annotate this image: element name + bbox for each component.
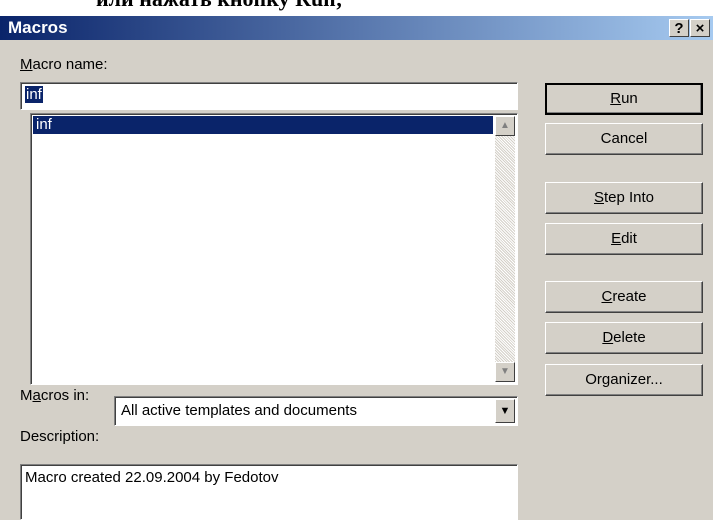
macro-name-label: Macro name: bbox=[20, 56, 108, 73]
description-box: Macro created 22.09.2004 by Fedotov bbox=[20, 464, 518, 520]
up-arrow-icon[interactable]: ▲ bbox=[495, 116, 515, 136]
macros-dialog: Macros ? × Macro name: inf inf ▲ ▼ Macro… bbox=[0, 16, 713, 520]
macros-in-dropdown[interactable]: All active templates and documents ▼ bbox=[114, 396, 518, 426]
macros-in-label: Macros in: bbox=[20, 387, 90, 404]
macros-in-value: All active templates and documents bbox=[121, 402, 357, 419]
create-button[interactable]: Create bbox=[545, 281, 703, 313]
title-bar: Macros ? × bbox=[0, 16, 713, 40]
step-into-button[interactable]: Step Into bbox=[545, 182, 703, 214]
macro-name-value: inf bbox=[25, 86, 43, 103]
chevron-down-icon[interactable]: ▼ bbox=[495, 399, 515, 423]
list-item[interactable]: inf bbox=[33, 116, 493, 134]
run-button[interactable]: Run bbox=[545, 83, 703, 115]
document-background-text: или нажать кнопку Run; bbox=[96, 0, 343, 16]
delete-button[interactable]: Delete bbox=[545, 322, 703, 354]
down-arrow-icon[interactable]: ▼ bbox=[495, 362, 515, 382]
help-button[interactable]: ? bbox=[669, 19, 689, 37]
cancel-button[interactable]: Cancel bbox=[545, 123, 703, 155]
edit-button[interactable]: Edit bbox=[545, 223, 703, 255]
macro-list[interactable]: inf ▲ ▼ bbox=[30, 113, 518, 385]
dialog-title: Macros bbox=[8, 18, 68, 37]
list-scrollbar[interactable]: ▲ ▼ bbox=[495, 116, 515, 382]
macro-name-input[interactable]: inf bbox=[20, 82, 518, 110]
description-label: Description: bbox=[20, 428, 100, 445]
close-button[interactable]: × bbox=[690, 19, 710, 37]
organizer-button[interactable]: Organizer... bbox=[545, 364, 703, 396]
